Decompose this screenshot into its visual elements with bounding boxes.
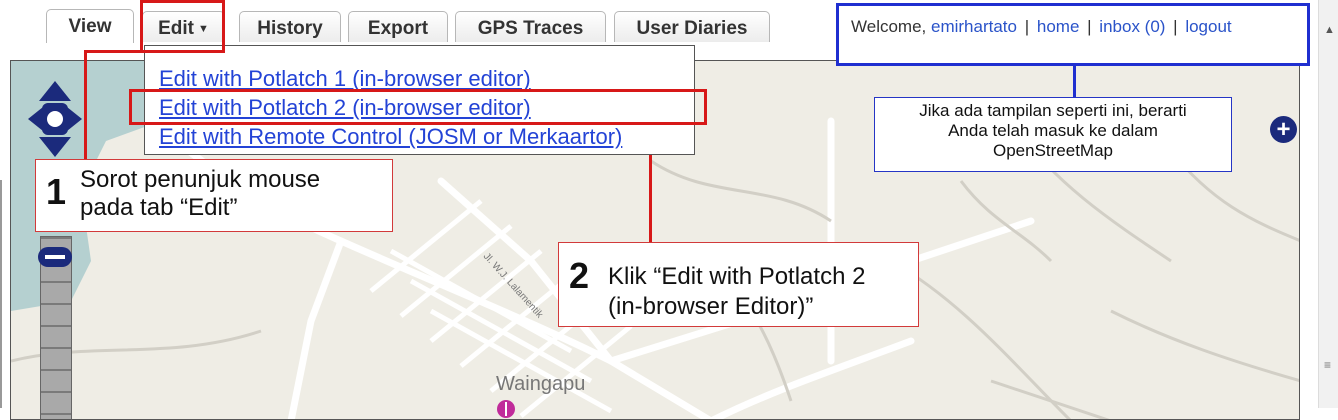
step2-text-line1: Klik “Edit with Potlatch 2 — [608, 263, 866, 290]
step1-text-line1: Sorot penunjuk mouse — [80, 166, 321, 193]
place-label: Waingapu — [496, 373, 586, 395]
step1-number: 1 — [46, 171, 67, 212]
note-connector-line — [1073, 65, 1076, 98]
map-marker-icon — [497, 400, 515, 418]
zoom-in-icon[interactable]: + — [1270, 116, 1297, 143]
potlatch2-highlight — [129, 89, 707, 125]
zoom-slider-handle-icon[interactable] — [35, 244, 75, 270]
step1-text-line2: pada tab “Edit” — [80, 194, 238, 221]
tab-history[interactable]: History — [239, 11, 341, 42]
tab-export[interactable]: Export — [348, 11, 448, 42]
tab-export-label: Export — [367, 18, 429, 39]
step2-text-line2: (in-browser Editor)” — [608, 293, 814, 320]
tab-gps-traces[interactable]: GPS Traces — [455, 11, 606, 42]
note-line2: Anda telah masuk ke dalam — [948, 121, 1158, 140]
tab-gps-traces-label: GPS Traces — [477, 18, 584, 39]
edit-tab-highlight — [140, 0, 225, 53]
logged-in-note: Jika ada tampilan seperti ini, berarti A… — [874, 97, 1232, 172]
step2-number: 2 — [569, 255, 590, 296]
inbox-link[interactable]: inbox (0) — [1099, 17, 1165, 36]
note-line1: Jika ada tampilan seperti ini, berarti — [919, 101, 1187, 120]
logout-link[interactable]: logout — [1185, 17, 1231, 36]
left-edge-divider — [0, 180, 2, 408]
separator: | — [1024, 17, 1030, 36]
scroll-grip-icon[interactable]: ≡ — [1324, 358, 1331, 372]
tab-history-label: History — [257, 18, 323, 39]
separator: | — [1087, 17, 1092, 36]
separator: | — [1173, 17, 1178, 36]
step1-callout: 1 Sorot penunjuk mouse pada tab “Edit” — [35, 159, 393, 232]
tab-user-diaries-label: User Diaries — [636, 18, 748, 39]
step1-connector-line — [84, 50, 87, 160]
tab-user-diaries[interactable]: User Diaries — [614, 11, 770, 42]
scroll-up-icon[interactable]: ▲ — [1324, 24, 1335, 36]
home-link[interactable]: home — [1037, 17, 1080, 36]
username-link[interactable]: emirhartato — [931, 17, 1017, 36]
user-welcome-bar: Welcome, emirhartato | home | inbox (0) … — [836, 3, 1310, 66]
tab-view-label: View — [68, 16, 112, 37]
step2-callout: 2 Klik “Edit with Potlatch 2 (in-browser… — [558, 242, 919, 327]
menu-item-remote-control[interactable]: Edit with Remote Control (JOSM or Merkaa… — [159, 124, 622, 150]
tab-view[interactable]: View — [46, 9, 134, 43]
welcome-text: Welcome, — [851, 17, 927, 36]
note-line3: OpenStreetMap — [992, 141, 1113, 160]
step1-connector-line — [84, 50, 146, 53]
pan-arrows-icon[interactable] — [26, 79, 84, 159]
page-scrollbar[interactable]: ▲ ≡ — [1318, 0, 1338, 408]
